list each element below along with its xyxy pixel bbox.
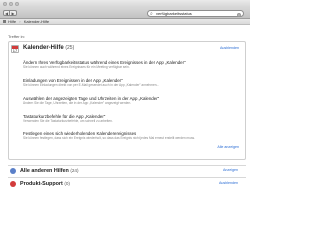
result-description: Ändern Sie die Tage, Uhrzeiten, die in d… [23, 101, 132, 105]
divider [8, 177, 246, 178]
close-window-button[interactable] [3, 2, 7, 6]
result-item[interactable]: Tastaturkurzbefehle für die App „Kalende… [23, 114, 238, 123]
section-count: (24) [70, 168, 79, 173]
result-description: Sie können festlegen, dass sich ein Erei… [23, 136, 196, 140]
hide-section-button[interactable]: Ausblenden [220, 44, 239, 53]
zoom-window-button[interactable] [15, 2, 19, 6]
result-item[interactable]: Festlegen eines sich wiederholenden Kale… [23, 131, 238, 140]
breadcrumb: Hilfe › Kalender-Hilfe [0, 19, 250, 25]
forward-button[interactable]: ▶ [10, 10, 17, 16]
product-support-section-title[interactable]: Produkt-Support (0) [20, 180, 70, 188]
clear-search-icon[interactable]: × [237, 12, 241, 17]
other-help-section-title[interactable]: Alle anderen Hilfen (24) [20, 167, 79, 175]
search-icon: ⌕ [150, 11, 153, 17]
search-input-value: verfügbarkeitsstatus [156, 11, 192, 16]
search-input[interactable]: ⌕ verfügbarkeitsstatus × [147, 10, 244, 17]
result-item[interactable]: Einladungen von Ereignissen in der App „… [23, 78, 238, 87]
section-count: (0) [64, 181, 70, 186]
back-button[interactable]: ◀ [3, 10, 10, 16]
other-help-icon [10, 168, 16, 174]
result-description: Sie können Einladungen direkt von per E-… [23, 83, 160, 87]
section-count: (25) [65, 45, 75, 51]
results-label: Treffer in: [8, 34, 25, 39]
navigation-buttons: ◀ ▶ [3, 10, 17, 16]
breadcrumb-home[interactable]: Hilfe [8, 19, 16, 24]
show-all-link[interactable]: Alle anzeigen [217, 145, 239, 149]
minimize-window-button[interactable] [9, 2, 13, 6]
window-controls [3, 2, 19, 6]
search-results: Treffer in: 17 Kalender-Hilfe (25) Ausbl… [0, 26, 250, 248]
calendar-help-section: 17 Kalender-Hilfe (25) Ausblenden Ändern… [8, 41, 246, 160]
result-item[interactable]: Auswählen der angezeigten Tage und Uhrze… [23, 96, 238, 105]
product-support-icon [10, 181, 16, 187]
result-item[interactable]: Ändern Ihres Verfügbarkeitsstatus währen… [23, 60, 238, 69]
home-icon [3, 20, 6, 24]
show-section-button[interactable]: Anzeigen [223, 167, 238, 174]
breadcrumb-current[interactable]: Kalender-Hilfe [24, 19, 49, 24]
breadcrumb-separator: › [19, 19, 21, 24]
title-bar: Hilfe-Zentrum [0, 0, 250, 14]
section-title: Kalender-Hilfe (25) [23, 45, 75, 51]
divider [8, 165, 246, 166]
help-center-window: Hilfe-Zentrum ◀ ▶ ⌕ verfügbarkeitsstatus… [0, 0, 250, 248]
hide-section-button[interactable]: Ausblenden [219, 180, 238, 187]
result-description: Sie können auch während eines Ereignisse… [23, 65, 130, 69]
section-header: 17 Kalender-Hilfe (25) Ausblenden [9, 44, 245, 54]
calendar-icon: 17 [11, 45, 19, 53]
result-description: Verwenden Sie die Tastaturkurzbefehle, u… [23, 119, 113, 123]
toolbar: ◀ ▶ ⌕ verfügbarkeitsstatus × [0, 8, 250, 19]
